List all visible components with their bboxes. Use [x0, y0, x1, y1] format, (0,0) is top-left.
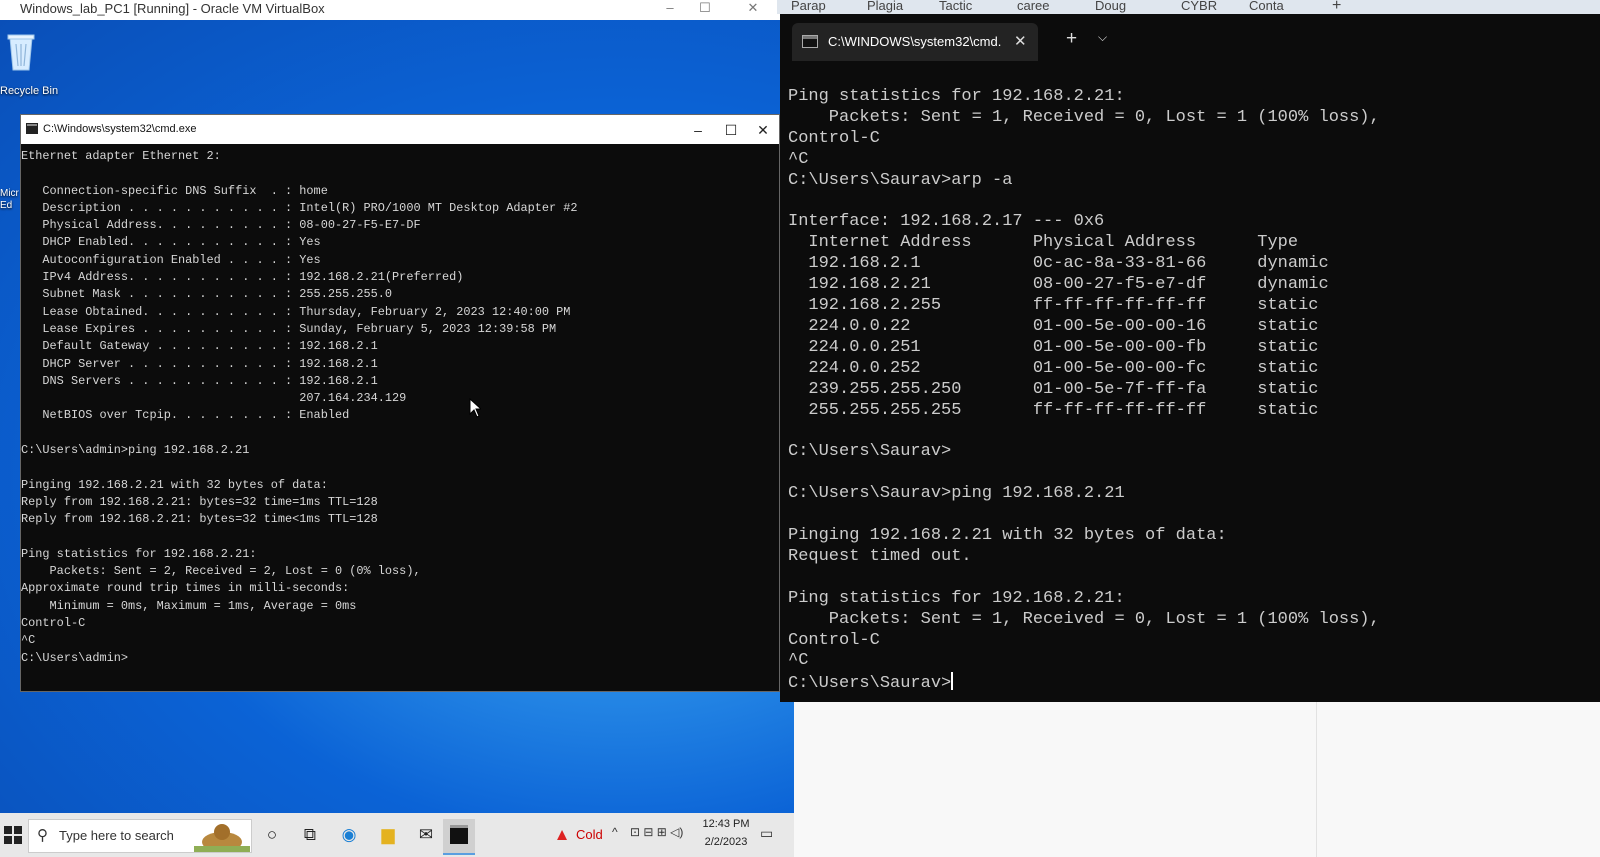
- clock-time[interactable]: 12:43 PM: [696, 818, 756, 830]
- chevron-down-icon[interactable]: ⌵: [1098, 30, 1107, 45]
- recycle-bin-icon[interactable]: [5, 30, 37, 74]
- host-terminal-history: Ping statistics for 192.168.2.21: Packet…: [788, 87, 1380, 671]
- edge-browser-icon[interactable]: ◉: [337, 823, 361, 847]
- cmd-icon: [26, 123, 38, 134]
- host-tab-6[interactable]: Conta: [1249, 0, 1284, 14]
- mail-icon[interactable]: ✉: [414, 823, 438, 847]
- weather-icon[interactable]: ▲: [550, 823, 574, 847]
- cortana-icon[interactable]: ○: [260, 823, 284, 847]
- cmd-taskbar-icon: [450, 825, 468, 844]
- host-tab-2[interactable]: Tactic: [939, 0, 972, 14]
- guest-cmd-maximize-icon[interactable]: ☐: [714, 118, 748, 142]
- notification-icon[interactable]: ▭: [760, 825, 773, 842]
- host-tab-5[interactable]: CYBR: [1181, 0, 1217, 14]
- host-tab-0[interactable]: Parap: [791, 0, 826, 14]
- new-tab-icon[interactable]: +: [1066, 28, 1077, 50]
- host-terminal-output[interactable]: Ping statistics for 192.168.2.21: Packet…: [788, 87, 1598, 699]
- host-terminal-window: C:\WINDOWS\system32\cmd. ✕ + ⌵ Ping stat…: [780, 14, 1600, 702]
- vbox-close-icon[interactable]: ✕: [738, 0, 768, 20]
- host-tab-3[interactable]: caree: [1017, 0, 1050, 14]
- search-icon: ⚲: [37, 827, 48, 844]
- virtualbox-title: Windows_lab_PC1 [Running] - Oracle VM Vi…: [20, 1, 325, 16]
- clock-date[interactable]: 2/2/2023: [696, 836, 756, 848]
- virtualbox-titlebar[interactable]: Windows_lab_PC1 [Running] - Oracle VM Vi…: [0, 0, 794, 20]
- edge-desktop-label: Micr Ed: [0, 188, 19, 211]
- guest-taskbar: ⚲ Type here to search ○ ⧉ ◉ ▆ ✉ ▲ Cold ^…: [0, 813, 794, 857]
- taskbar-search-box[interactable]: ⚲ Type here to search: [28, 819, 252, 853]
- close-tab-icon[interactable]: ✕: [1014, 32, 1027, 50]
- guest-cmd-title: C:\Windows\system32\cmd.exe: [43, 123, 197, 135]
- recycle-bin-label: Recycle Bin: [0, 85, 59, 97]
- guest-cmd-output[interactable]: Ethernet adapter Ethernet 2: Connection-…: [21, 144, 779, 694]
- vbox-minimize-icon[interactable]: –: [655, 0, 685, 20]
- host-page-divider: [1316, 700, 1317, 857]
- host-browser-tabbar: Parap Plagia Tactic caree Doug CYBR Cont…: [777, 0, 1600, 14]
- task-view-icon[interactable]: ⧉: [298, 823, 322, 847]
- host-terminal-tab[interactable]: C:\WINDOWS\system32\cmd. ✕: [792, 23, 1038, 61]
- mouse-cursor-icon: [469, 398, 481, 418]
- virtualbox-window: Windows_lab_PC1 [Running] - Oracle VM Vi…: [0, 0, 794, 857]
- tray-icons[interactable]: ⊡ ⊟ ⊞ ◁): [630, 825, 683, 839]
- search-highlight-icon: [194, 824, 250, 852]
- guest-cmd-minimize-icon[interactable]: –: [681, 118, 715, 142]
- text-cursor: [951, 672, 954, 691]
- host-tab-1[interactable]: Plagia: [867, 0, 903, 14]
- host-tab-4[interactable]: Doug: [1095, 0, 1126, 14]
- file-explorer-icon[interactable]: ▆: [376, 823, 400, 847]
- host-terminal-tab-title: C:\WINDOWS\system32\cmd.: [828, 34, 1002, 49]
- chevron-up-icon[interactable]: ^: [612, 825, 618, 839]
- terminal-tab-icon: [802, 35, 818, 48]
- host-new-tab-icon[interactable]: +: [1332, 0, 1341, 14]
- cmd-taskbar-button[interactable]: [443, 819, 475, 855]
- vbox-maximize-icon[interactable]: ☐: [690, 0, 720, 20]
- guest-cmd-window: C:\Windows\system32\cmd.exe – ☐ ✕ Ethern…: [20, 114, 780, 692]
- windows-start-icon[interactable]: [4, 826, 22, 844]
- host-terminal-prompt: C:\Users\Saurav>: [788, 674, 952, 694]
- host-page-background: [794, 700, 1600, 857]
- weather-text[interactable]: Cold: [576, 827, 603, 842]
- guest-cmd-titlebar[interactable]: C:\Windows\system32\cmd.exe – ☐ ✕: [21, 115, 779, 144]
- guest-cmd-close-icon[interactable]: ✕: [746, 118, 780, 142]
- search-placeholder: Type here to search: [59, 828, 174, 843]
